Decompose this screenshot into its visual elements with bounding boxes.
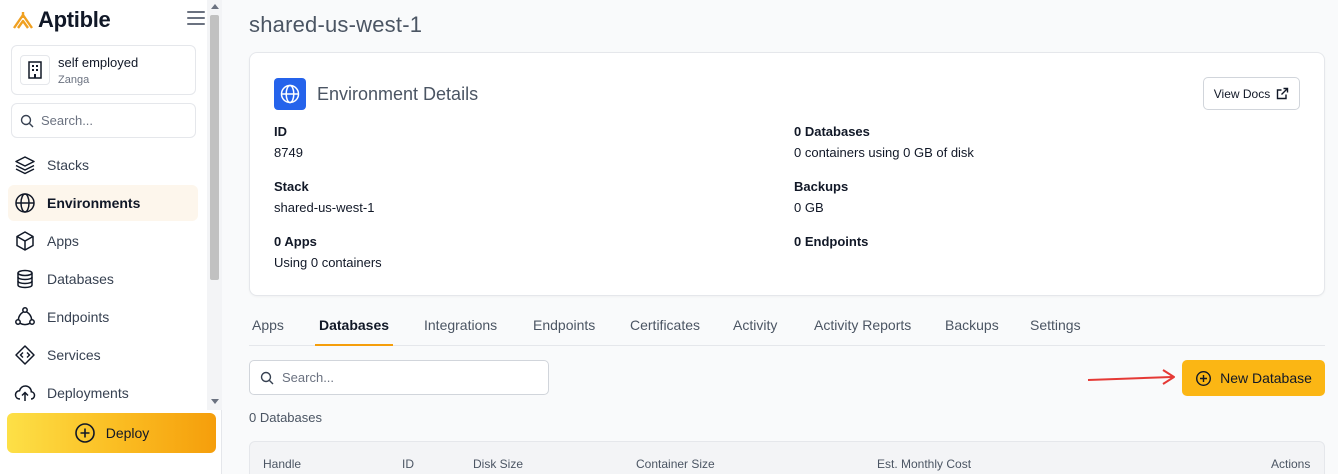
plus-circle-icon — [74, 423, 95, 443]
plus-circle-icon — [1196, 370, 1212, 386]
new-database-label: New Database — [1220, 370, 1312, 386]
tab-databases[interactable]: Databases — [315, 305, 394, 346]
tab-settings[interactable]: Settings — [1030, 305, 1081, 345]
card-heading: Environment Details — [317, 84, 479, 104]
network-icon — [15, 307, 35, 326]
code-diamond-icon — [15, 345, 35, 365]
sidebar-item-label: Environments — [47, 195, 141, 211]
tab-bar: Apps Databases Integrations Endpoints Ce… — [249, 305, 1325, 346]
stat-label-backups: Backups — [794, 179, 849, 194]
tab-activity[interactable]: Activity — [733, 305, 777, 345]
sidebar-search-placeholder: Search... — [41, 113, 94, 128]
stat-label-id: ID — [274, 124, 287, 139]
layers-icon — [15, 156, 35, 175]
tab-endpoints[interactable]: Endpoints — [533, 305, 595, 345]
database-count: 0 Databases — [249, 410, 322, 425]
globe-icon — [274, 78, 306, 110]
app-logo[interactable]: Aptible — [12, 6, 111, 34]
sidebar-item-apps[interactable]: Apps — [8, 223, 198, 259]
sidebar-item-endpoints[interactable]: Endpoints — [8, 299, 198, 335]
globe-icon — [15, 193, 35, 213]
sidebar-item-label: Stacks — [47, 157, 90, 173]
database-search-placeholder: Search... — [282, 370, 335, 385]
column-header-monthly-cost[interactable]: Est. Monthly Cost — [877, 457, 971, 471]
stat-value-id: 8749 — [274, 145, 303, 160]
sidebar-item-databases[interactable]: Databases — [8, 261, 198, 297]
stat-label-apps: 0 Apps — [274, 234, 317, 249]
menu-toggle-icon[interactable] — [187, 11, 205, 25]
stat-value-backups: 0 GB — [794, 200, 824, 215]
database-icon — [17, 269, 33, 289]
building-icon — [20, 55, 50, 85]
stat-value-stack: shared-us-west-1 — [274, 200, 375, 215]
stat-value-apps: Using 0 containers — [274, 255, 382, 270]
databases-table-header: Handle ID Disk Size Container Size Est. … — [249, 441, 1325, 474]
search-icon — [20, 114, 34, 127]
tab-backups[interactable]: Backups — [945, 305, 999, 345]
deploy-button-label: Deploy — [105, 425, 150, 441]
column-header-handle[interactable]: Handle — [263, 457, 301, 471]
sidebar-item-label: Services — [47, 347, 101, 363]
tab-certificates[interactable]: Certificates — [630, 305, 700, 345]
sidebar-item-stacks[interactable]: Stacks — [8, 147, 198, 183]
page-title: shared-us-west-1 — [249, 12, 423, 37]
aptible-logo-icon — [13, 12, 33, 29]
column-header-container-size[interactable]: Container Size — [636, 457, 715, 471]
scrollbar-thumb[interactable] — [210, 15, 219, 280]
scroll-down-arrow-icon[interactable] — [211, 399, 219, 404]
sidebar-scrollbar[interactable] — [207, 0, 222, 410]
tab-apps[interactable]: Apps — [252, 305, 284, 345]
sidebar: Aptible self employed Zanga Search... St… — [0, 0, 222, 474]
sidebar-item-environments[interactable]: Environments — [8, 185, 198, 221]
org-switcher[interactable]: self employed Zanga — [11, 45, 196, 95]
environment-details-card: Environment Details View Docs ID 8749 St… — [249, 52, 1325, 296]
tab-integrations[interactable]: Integrations — [424, 305, 497, 345]
external-link-icon — [1277, 87, 1289, 100]
scroll-up-arrow-icon[interactable] — [211, 4, 219, 9]
cube-icon — [16, 231, 34, 251]
stat-label-stack: Stack — [274, 179, 309, 194]
sidebar-item-deployments[interactable]: Deployments — [8, 375, 198, 411]
org-subtitle: Zanga — [58, 73, 90, 86]
logo-text: Aptible — [38, 7, 111, 32]
annotation-arrow-icon — [1087, 369, 1175, 385]
stat-label-endpoints: 0 Endpoints — [794, 234, 869, 249]
sidebar-item-label: Apps — [47, 233, 79, 249]
column-header-id[interactable]: ID — [402, 457, 414, 471]
sidebar-item-label: Databases — [47, 271, 114, 287]
org-name: self employed — [58, 54, 139, 70]
deploy-button[interactable]: Deploy — [7, 413, 216, 453]
stat-label-databases: 0 Databases — [794, 124, 870, 139]
sidebar-item-services[interactable]: Services — [8, 337, 198, 373]
new-database-button[interactable]: New Database — [1182, 360, 1325, 396]
sidebar-search-input[interactable]: Search... — [11, 103, 196, 138]
cloud-upload-icon — [14, 385, 36, 401]
view-docs-button[interactable]: View Docs — [1203, 77, 1300, 110]
database-search-input[interactable]: Search... — [249, 360, 549, 395]
tab-activity-reports[interactable]: Activity Reports — [814, 305, 911, 345]
column-header-actions: Actions — [1271, 457, 1311, 471]
search-icon — [260, 371, 274, 384]
view-docs-label: View Docs — [1213, 86, 1271, 101]
column-header-disk-size[interactable]: Disk Size — [473, 457, 523, 471]
stat-value-databases: 0 containers using 0 GB of disk — [794, 145, 974, 160]
sidebar-item-label: Endpoints — [47, 309, 110, 325]
sidebar-item-label: Deployments — [47, 385, 129, 401]
